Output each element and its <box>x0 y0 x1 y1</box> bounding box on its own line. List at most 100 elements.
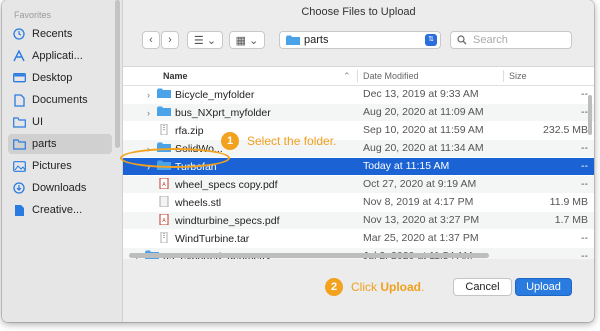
name-cell: rfa.zip <box>147 124 204 138</box>
back-button[interactable]: ‹ <box>142 31 160 49</box>
table-row[interactable]: rfa.zip Sep 10, 2020 at 11:59 AM 232.5 MB <box>123 122 594 139</box>
column-divider <box>357 70 358 82</box>
horizontal-scrollbar[interactable] <box>129 253 489 258</box>
zip-icon <box>157 124 175 138</box>
table-row[interactable]: Awheel_specs copy.pdf Oct 27, 2020 at 9:1… <box>123 176 594 193</box>
name-cell: Awheel_specs copy.pdf <box>147 178 278 192</box>
pdf-icon: A <box>157 178 175 192</box>
disclosure-chevron-icon[interactable]: › <box>147 90 157 100</box>
location-select[interactable]: parts ⇅ <box>279 31 441 49</box>
sidebar-item-downloads[interactable]: Downloads <box>8 178 112 198</box>
step1-number: 1 <box>221 132 239 150</box>
folder-icon <box>157 88 175 102</box>
date-cell: Sep 10, 2020 at 11:59 AM <box>363 124 484 136</box>
step2-text-c: . <box>421 280 425 294</box>
size-cell: 1.7 MB <box>554 214 588 226</box>
highlight-ring <box>120 148 230 168</box>
sidebar-item-ui[interactable]: UI <box>8 112 112 132</box>
date-cell: Nov 13, 2020 at 3:27 PM <box>363 214 480 226</box>
file-name: wheel_specs copy.pdf <box>175 179 278 191</box>
table-row[interactable]: wheels.stl Nov 8, 2019 at 4:17 PM 11.9 MB <box>123 194 594 211</box>
size-cell: -- <box>581 142 588 154</box>
upload-button[interactable]: Upload <box>515 278 572 296</box>
updown-chevron-icon: ⇅ <box>425 34 437 46</box>
column-date[interactable]: Date Modified <box>363 71 419 81</box>
date-cell: Nov 8, 2019 at 4:17 PM <box>363 196 474 208</box>
list-view-button[interactable]: ☰ ⌄ <box>187 31 223 49</box>
pdf-icon: A <box>157 214 175 228</box>
zip-icon <box>157 232 175 246</box>
file-dialog: Favorites Recents Applicati... Desktop Docu… <box>2 0 594 322</box>
disclosure-chevron-icon[interactable]: › <box>147 108 157 118</box>
name-cell: › Bicycle_myfolder <box>147 88 254 102</box>
sidebar: Favorites Recents Applicati... Desktop Docu… <box>2 0 123 322</box>
sidebar-item-applicati[interactable]: Applicati... <box>8 46 112 66</box>
size-cell: -- <box>581 178 588 190</box>
step2-text-b: Upload <box>380 280 422 294</box>
table-row[interactable]: WindTurbine.tar Mar 25, 2020 at 1:37 PM -- <box>123 230 594 247</box>
name-cell: wheels.stl <box>147 196 221 210</box>
sidebar-item-pictures[interactable]: Pictures <box>8 156 112 176</box>
table-row[interactable]: Awindturbine_specs.pdf Nov 13, 2020 at 3:… <box>123 212 594 229</box>
search-field[interactable]: Search <box>450 31 572 49</box>
forward-button[interactable]: › <box>161 31 179 49</box>
date-cell: Oct 27, 2020 at 9:19 AM <box>363 178 477 190</box>
size-cell: 232.5 MB <box>543 124 588 136</box>
grid-view-icon: ▦ ⌄ <box>235 34 259 47</box>
sidebar-item-desktop[interactable]: Desktop <box>8 68 112 88</box>
step2-callout: 2 Click Upload . <box>325 278 424 296</box>
sidebar-item-label: Downloads <box>32 182 87 194</box>
grid-view-button[interactable]: ▦ ⌄ <box>229 31 265 49</box>
file-name: wheels.stl <box>175 197 222 209</box>
sort-asc-icon: ⌃ <box>343 71 351 81</box>
sidebar-item-recents[interactable]: Recents <box>8 24 112 44</box>
clock-icon <box>12 27 26 41</box>
dialog-title: Choose Files to Upload <box>301 6 416 18</box>
downloads-icon <box>12 181 26 195</box>
search-icon <box>457 35 467 45</box>
file-icon <box>157 196 175 210</box>
step1-callout: 1 Select the folder. <box>221 132 336 150</box>
step1-text: Select the folder. <box>247 134 337 148</box>
location-label: parts <box>304 34 329 46</box>
folder-icon <box>286 35 300 45</box>
date-cell: Aug 20, 2020 at 11:34 AM <box>363 142 484 154</box>
sidebar-heading: Favorites <box>14 10 52 20</box>
sidebar-item-label: Creative... <box>32 204 83 216</box>
chevron-left-icon: ‹ <box>149 34 153 46</box>
sidebar-item-label: Applicati... <box>32 50 83 62</box>
desktop-icon <box>12 71 26 85</box>
sidebar-item-parts[interactable]: parts <box>8 134 112 154</box>
table-row[interactable]: › bus_NXprt_myfolder Aug 20, 2020 at 11:09… <box>123 104 594 121</box>
file-icon <box>12 203 26 217</box>
size-cell: -- <box>581 232 588 244</box>
file-name: WindTurbine.tar <box>175 233 250 245</box>
list-view-icon: ☰ ⌄ <box>193 34 217 47</box>
file-name: Bicycle_myfolder <box>175 89 255 101</box>
file-name: windturbine_specs.pdf <box>175 215 280 227</box>
size-cell: -- <box>581 106 588 118</box>
date-cell: Dec 13, 2019 at 9:33 AM <box>363 88 479 100</box>
vertical-scrollbar[interactable] <box>588 95 592 135</box>
sidebar-scrollbar[interactable] <box>115 0 120 148</box>
cancel-button[interactable]: Cancel <box>453 278 512 296</box>
chevron-right-icon: › <box>168 34 172 46</box>
sidebar-item-label: Recents <box>32 28 73 40</box>
sidebar-item-label: parts <box>32 138 57 150</box>
size-cell: -- <box>581 250 588 259</box>
name-cell: WindTurbine.tar <box>147 232 249 246</box>
table-row[interactable]: › Bicycle_myfolder Dec 13, 2019 at 9:33 AM… <box>123 86 594 103</box>
file-name: bus_NXprt_myfolder <box>175 107 271 119</box>
column-size[interactable]: Size <box>509 71 527 81</box>
folder-icon <box>12 115 26 129</box>
size-cell: -- <box>581 160 588 172</box>
sidebar-item-label: Desktop <box>32 72 73 84</box>
folder-icon <box>157 106 175 120</box>
date-cell: Mar 25, 2020 at 1:37 PM <box>363 232 479 244</box>
sidebar-item-documents[interactable]: Documents <box>8 90 112 110</box>
name-cell: › bus_NXprt_myfolder <box>147 106 271 120</box>
sidebar-item-label: Pictures <box>32 160 72 172</box>
column-name[interactable]: Name <box>163 71 188 81</box>
sidebar-item-creative[interactable]: Creative... <box>8 200 112 220</box>
search-placeholder: Search <box>473 34 508 46</box>
